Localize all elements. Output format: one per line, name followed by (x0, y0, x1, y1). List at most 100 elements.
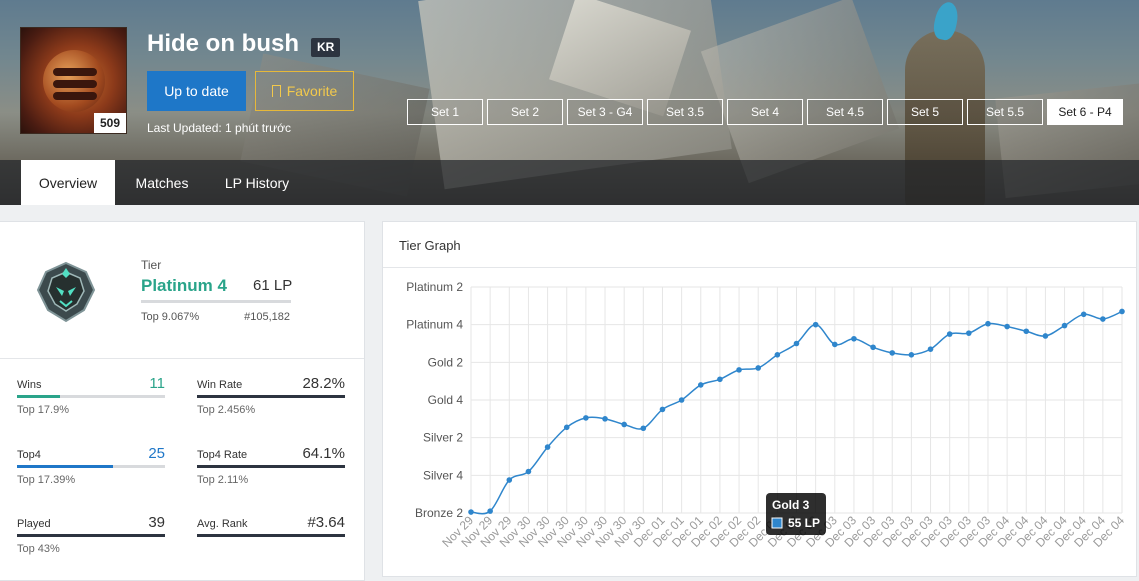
data-point (889, 350, 896, 356)
tab-lp-history[interactable]: LP History (212, 160, 302, 205)
stat-sub: Top 2.11% (197, 474, 249, 486)
data-point (985, 320, 991, 327)
stat-label: Avg. Rank (197, 518, 248, 530)
data-point (774, 352, 781, 358)
stat-sub: Top 2.456% (197, 404, 256, 416)
stat-sub: Top 17.39% (17, 474, 76, 486)
data-point (812, 321, 819, 328)
stat-bar-fill (197, 465, 345, 468)
set-tab[interactable]: Set 2 (487, 99, 563, 125)
stat-label: Top4 (17, 449, 41, 461)
stat-bar-fill (197, 395, 345, 398)
data-point (927, 346, 934, 352)
set-tab[interactable]: Set 4.5 (807, 99, 883, 125)
data-point (736, 367, 742, 373)
tab-matches[interactable]: Matches (122, 160, 202, 205)
data-point (583, 415, 589, 421)
data-point (717, 376, 723, 383)
tier-lp: 61 LP (253, 277, 293, 294)
tier-top-percent: Top 9.067% (141, 311, 200, 323)
summoner-name: Hide on bush (147, 30, 299, 57)
level-badge: 509 (94, 113, 126, 133)
tooltip-swatch (771, 517, 783, 529)
stat-value: #3.64 (307, 514, 345, 531)
data-point (1119, 308, 1125, 315)
nav-bar: Overview Matches LP History (0, 160, 1139, 205)
background-rock (700, 0, 900, 184)
data-point (755, 365, 762, 371)
data-point (506, 477, 513, 483)
set-tab[interactable]: Set 3.5 (647, 99, 723, 125)
stat-bar (17, 534, 165, 537)
data-point (544, 444, 551, 450)
stat-value: 39 (148, 514, 165, 531)
stat-bar (17, 395, 165, 398)
set-tab[interactable]: Set 3 - G4 (567, 99, 643, 125)
data-point (563, 424, 570, 431)
data-point (966, 330, 972, 336)
data-point (793, 340, 800, 347)
avatar: 509 (20, 27, 127, 134)
platinum-emblem-icon (36, 261, 96, 323)
profile-panel: Tier Platinum 4 61 LP Top 9.067% #105,18… (0, 221, 365, 581)
y-tick-label: Bronze 2 (415, 506, 463, 520)
stat-bar-fill (17, 534, 165, 537)
data-point (468, 509, 474, 515)
data-point (602, 416, 608, 422)
tier-name: Platinum 4 (141, 276, 227, 295)
set-tabs: Set 1 Set 2 Set 3 - G4 Set 3.5 Set 4 Set… (407, 99, 1123, 125)
data-point (908, 352, 915, 358)
favorite-button[interactable]: Favorite (255, 71, 354, 111)
data-point (1100, 316, 1106, 322)
data-point (640, 425, 647, 432)
profile-icon (43, 50, 105, 112)
set-tab[interactable]: Set 5 (887, 99, 963, 125)
last-updated: Last Updated: 1 phút trước (147, 121, 291, 135)
tooltip-title: Gold 3 (772, 498, 810, 512)
y-tick-label: Gold 2 (428, 355, 464, 369)
tier-rank: #105,182 (244, 311, 290, 323)
stat-bar (197, 395, 345, 398)
data-point (621, 421, 627, 428)
stat-label: Win Rate (197, 379, 243, 391)
stat-label: Top4 Rate (197, 449, 248, 461)
tier-graph-chart[interactable]: Platinum 2 Platinum 4 Gold 2 Gold 4 Silver 2… (383, 268, 1136, 576)
data-point (697, 382, 704, 388)
stat-sub: Top 43% (17, 543, 60, 555)
stat-value: 28.2% (302, 375, 345, 392)
stat-value: 64.1% (302, 445, 345, 462)
stat-bar-fill (17, 465, 114, 468)
y-tick-label: Platinum 2 (406, 280, 463, 294)
data-point (870, 344, 876, 351)
update-button[interactable]: Up to date (147, 71, 246, 111)
data-point (525, 468, 532, 475)
region-badge: KR (311, 38, 341, 57)
profile-header: 509 Hide on bush KR Up to date Favorite … (0, 0, 1139, 205)
stat-bar (197, 534, 345, 537)
y-tick-label: Platinum 4 (406, 318, 463, 332)
divider (0, 358, 364, 359)
bookmark-icon (271, 85, 281, 97)
set-tab[interactable]: Set 5.5 (967, 99, 1043, 125)
data-point (946, 331, 953, 337)
stat-value: 11 (149, 375, 165, 392)
stat-bar (197, 465, 345, 468)
set-tab[interactable]: Set 4 (727, 99, 803, 125)
stat-label: Wins (17, 379, 42, 391)
y-tick-label: Silver 4 (423, 468, 463, 482)
graph-title: Tier Graph (399, 238, 461, 253)
stat-value: 25 (148, 445, 165, 462)
favorite-label: Favorite (286, 83, 338, 99)
tab-overview[interactable]: Overview (21, 160, 115, 205)
data-point (1042, 333, 1049, 339)
data-point (487, 508, 493, 514)
stat-sub: Top 17.9% (17, 404, 69, 416)
tooltip-value: 55 LP (788, 516, 820, 530)
set-tab[interactable]: Set 1 (407, 99, 483, 125)
data-point (659, 406, 666, 413)
tier-graph-panel: Tier Graph Platinum 2 Platinum 4 Gold 2 Gol… (382, 221, 1137, 577)
stat-bar-fill (17, 395, 60, 398)
data-point (1080, 311, 1087, 318)
data-point (1004, 323, 1010, 330)
set-tab-active[interactable]: Set 6 - P4 (1047, 99, 1123, 125)
